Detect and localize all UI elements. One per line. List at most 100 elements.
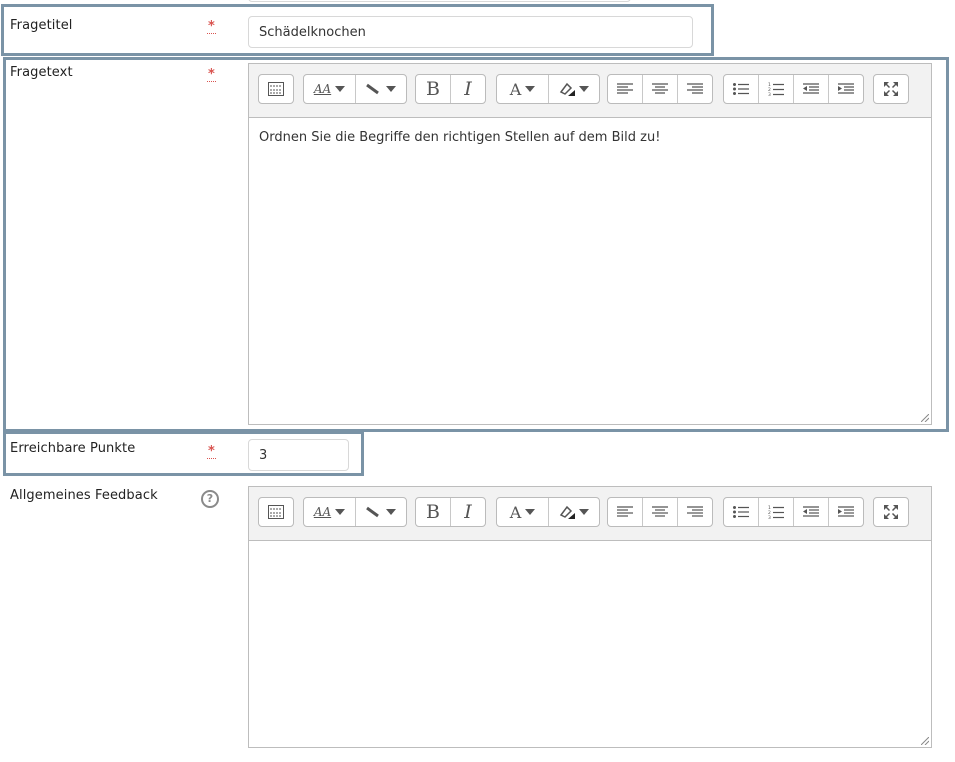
font-color-button[interactable]: A (497, 498, 549, 526)
ordered-list-button[interactable]: 123 (759, 75, 794, 103)
font-size-button[interactable]: AA (304, 498, 356, 526)
toolbar-group-style: AA (303, 74, 407, 104)
italic-button[interactable]: I (451, 75, 485, 103)
fragetitel-input[interactable] (248, 16, 693, 48)
chevron-down-icon (386, 86, 396, 92)
paragraph-icon (366, 83, 379, 95)
font-size-icon: AA (313, 505, 332, 519)
paragraph-style-button[interactable] (356, 75, 406, 103)
help-icon[interactable]: ? (201, 490, 219, 508)
align-right-button[interactable] (678, 498, 712, 526)
required-icon: * (207, 444, 216, 459)
toolbar-group-lists: 123 (723, 74, 864, 104)
font-color-icon: A (509, 502, 522, 522)
feedback-editor: AA B I A 1 2 3 (248, 486, 932, 748)
chevron-down-icon (579, 509, 589, 515)
punkte-input[interactable] (248, 439, 349, 471)
fragetitel-label: Fragetitel (10, 18, 73, 33)
indent-button[interactable] (829, 75, 863, 103)
bold-icon: B (426, 78, 440, 100)
toolbar-group-fullscreen (873, 497, 909, 527)
align-left-button[interactable] (608, 75, 643, 103)
toolbar-toggle-icon (268, 82, 284, 96)
unordered-list-button[interactable] (724, 498, 759, 526)
align-left-button[interactable] (608, 498, 643, 526)
outdent-button[interactable] (794, 498, 829, 526)
background-color-button[interactable] (549, 75, 599, 103)
toolbar-group-format: B I (415, 74, 486, 104)
chevron-down-icon (386, 509, 396, 515)
chevron-down-icon (525, 509, 536, 515)
editor-toolbar: AA B I A 1 2 3 (249, 487, 931, 541)
outdent-icon (803, 83, 819, 94)
align-center-button[interactable] (643, 498, 678, 526)
ordered-list-button[interactable]: 123 (759, 498, 794, 526)
feedback-label: Allgemeines Feedback (10, 488, 158, 503)
ordered-list-icon: 123 (768, 82, 784, 96)
chevron-down-icon (335, 86, 346, 92)
fullscreen-icon (884, 505, 898, 519)
chevron-down-icon (525, 86, 536, 92)
fullscreen-button[interactable] (874, 498, 908, 526)
font-color-icon: A (509, 79, 522, 99)
svg-text:3: 3 (768, 515, 771, 519)
toolbar-toggle-button[interactable] (259, 75, 293, 103)
fullscreen-button[interactable] (874, 75, 908, 103)
toolbar-group-lists: 123 (723, 497, 864, 527)
resize-handle-icon[interactable] (921, 414, 929, 422)
required-icon: * (207, 67, 216, 82)
resize-handle-icon[interactable] (921, 737, 929, 745)
toolbar-group-toggle (258, 74, 294, 104)
font-size-icon: AA (313, 82, 332, 96)
bold-icon: B (426, 501, 440, 523)
italic-button[interactable]: I (451, 498, 485, 526)
toolbar-toggle-icon (268, 505, 284, 519)
indent-icon (838, 83, 854, 94)
italic-icon: I (464, 501, 472, 523)
toolbar-group-fullscreen (873, 74, 909, 104)
indent-button[interactable] (829, 498, 863, 526)
outdent-button[interactable] (794, 75, 829, 103)
toolbar-group-style: AA (303, 497, 407, 527)
align-center-icon (652, 506, 668, 517)
feedback-content[interactable] (249, 541, 931, 565)
unordered-list-icon (733, 506, 749, 518)
previous-field-edge (248, 0, 631, 2)
indent-icon (838, 506, 854, 517)
background-color-icon (559, 82, 575, 96)
toolbar-group-toggle (258, 497, 294, 527)
fragetext-content[interactable]: Ordnen Sie die Begriffe den richtigen St… (249, 118, 931, 157)
unordered-list-icon (733, 83, 749, 95)
font-size-button[interactable]: AA (304, 75, 356, 103)
outdent-icon (803, 506, 819, 517)
background-color-icon (559, 505, 575, 519)
fullscreen-icon (884, 82, 898, 96)
required-icon: * (207, 19, 216, 34)
svg-text:3: 3 (768, 92, 771, 96)
toolbar-toggle-button[interactable] (259, 498, 293, 526)
paragraph-style-button[interactable] (356, 498, 406, 526)
align-right-icon (687, 506, 703, 517)
ordered-list-icon: 123 (768, 505, 784, 519)
chevron-down-icon (335, 509, 346, 515)
bold-button[interactable]: B (416, 498, 451, 526)
fragetext-editor: AA B I A 1 2 3 Ordnen Sie die Begriffe d… (248, 63, 932, 425)
toolbar-group-color: A (496, 74, 600, 104)
align-center-button[interactable] (643, 75, 678, 103)
bold-button[interactable]: B (416, 75, 451, 103)
fragetext-label: Fragetext (10, 65, 73, 80)
editor-toolbar: AA B I A 1 2 3 (249, 64, 931, 118)
punkte-label: Erreichbare Punkte (10, 441, 136, 456)
align-right-icon (687, 83, 703, 94)
toolbar-group-color: A (496, 497, 600, 527)
font-color-button[interactable]: A (497, 75, 549, 103)
align-left-icon (617, 83, 633, 94)
toolbar-group-align (607, 497, 713, 527)
toolbar-group-align (607, 74, 713, 104)
background-color-button[interactable] (549, 498, 599, 526)
unordered-list-button[interactable] (724, 75, 759, 103)
paragraph-icon (366, 506, 379, 518)
align-left-icon (617, 506, 633, 517)
align-right-button[interactable] (678, 75, 712, 103)
italic-icon: I (464, 78, 472, 100)
